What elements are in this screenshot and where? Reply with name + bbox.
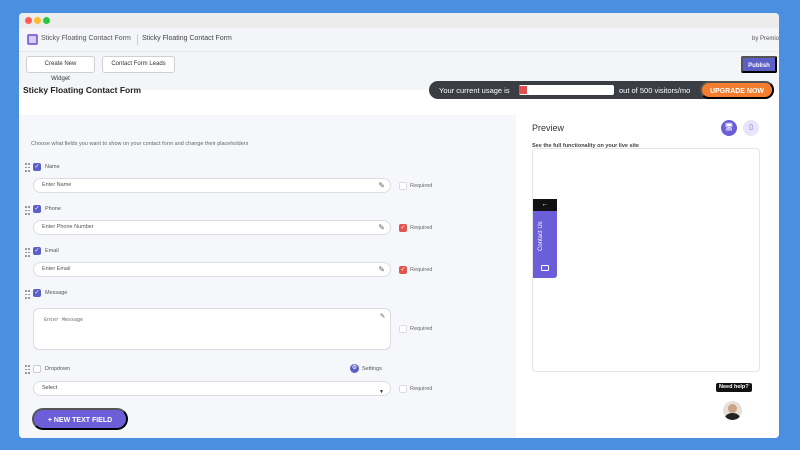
plugin-title: Sticky Floating Contact Form (41, 35, 131, 42)
message-placeholder-text: Enter Message (44, 317, 84, 323)
phone-field-label: Phone (45, 206, 61, 212)
upgrade-now-button[interactable]: UPGRADE NOW (700, 81, 774, 99)
usage-banner: Your current usage is out of 500 visitor… (429, 81, 774, 99)
gear-icon[interactable]: ⚙ (350, 364, 359, 373)
name-placeholder-input[interactable]: Enter Name ✎ (33, 178, 391, 193)
message-field-label: Message (45, 290, 68, 296)
email-enabled-checkbox[interactable]: ✓ (33, 247, 41, 255)
dropdown-select[interactable]: Select ▼ (33, 381, 391, 396)
email-placeholder-input[interactable]: Enter Email ✎ (33, 262, 391, 277)
name-placeholder-text: Enter Name (42, 182, 72, 188)
dropdown-required-label: Required (410, 386, 433, 392)
phone-required-label: Required (410, 225, 433, 231)
name-required-label: Required (410, 183, 433, 189)
drag-handle-icon[interactable] (25, 248, 30, 257)
drag-handle-icon[interactable] (25, 163, 30, 172)
plugin-logo-icon (27, 34, 38, 45)
phone-enabled-checkbox[interactable]: ✓ (33, 205, 41, 213)
chevron-down-icon: ▼ (379, 389, 384, 395)
name-field-label: Name (45, 164, 60, 170)
name-required-toggle[interactable] (399, 182, 407, 190)
usage-prefix: Your current usage is (439, 86, 510, 95)
by-premio-label: by Premio (751, 36, 779, 42)
close-icon[interactable]: × (747, 382, 751, 389)
publish-button[interactable]: Publish (741, 56, 777, 73)
usage-suffix: out of 500 visitors/mo (619, 86, 691, 95)
pencil-icon[interactable]: ✎ (378, 223, 385, 232)
phone-placeholder-text: Enter Phone Number (42, 224, 94, 230)
breadcrumb-current: Sticky Floating Contact Form (142, 35, 232, 42)
pencil-icon[interactable]: ✎ (378, 181, 385, 190)
breadcrumb-separator (137, 34, 138, 45)
contact-us-label: Contact Us (538, 221, 544, 251)
maximize-window-button[interactable] (43, 17, 50, 24)
email-required-checkbox[interactable]: ✓ (399, 266, 407, 274)
support-avatar[interactable] (723, 401, 742, 420)
preview-title: Preview (532, 123, 565, 133)
form-fields-panel: Choose what fields you want to show on y… (19, 115, 516, 438)
envelope-icon (541, 265, 549, 271)
contact-form-leads-button[interactable]: Contact Form Leads (102, 56, 175, 73)
window-titlebar (19, 13, 779, 28)
phone-required-checkbox[interactable]: ✓ (399, 224, 407, 232)
desktop-preview-icon[interactable]: 🖥 (721, 120, 737, 136)
fields-intro-text: Choose what fields you want to show on y… (31, 141, 249, 147)
pencil-icon[interactable]: ✎ (380, 312, 385, 321)
app-header: Sticky Floating Contact Form Sticky Floa… (19, 28, 779, 52)
browser-window: Sticky Floating Contact Form Sticky Floa… (19, 13, 779, 438)
message-required-label: Required (410, 326, 433, 332)
email-placeholder-text: Enter Email (42, 266, 71, 272)
drag-handle-icon[interactable] (25, 206, 30, 215)
email-required-label: Required (410, 267, 433, 273)
pencil-icon[interactable]: ✎ (378, 265, 385, 274)
drag-handle-icon[interactable] (25, 290, 30, 299)
create-widget-button[interactable]: Create New Widget (26, 56, 95, 82)
mobile-preview-icon[interactable]: ▯ (743, 120, 759, 136)
phone-placeholder-input[interactable]: Enter Phone Number ✎ (33, 220, 391, 235)
new-text-field-button[interactable]: + NEW TEXT FIELD (32, 408, 128, 430)
message-placeholder-textarea[interactable]: Enter Message ✎ (33, 308, 391, 350)
dropdown-enabled-checkbox[interactable] (33, 365, 41, 373)
dropdown-selected-value: Select (42, 385, 58, 391)
minimize-window-button[interactable] (34, 17, 41, 24)
usage-count-redacted (519, 85, 614, 95)
dropdown-field-label: Dropdown (45, 366, 71, 372)
arrow-left-icon[interactable]: ← (533, 199, 557, 211)
preview-frame: ← Contact Us (532, 148, 760, 372)
sticky-contact-tab[interactable]: ← Contact Us (533, 199, 557, 278)
dropdown-settings-link[interactable]: Settings (362, 366, 382, 372)
email-field-label: Email (45, 248, 59, 254)
widget-title: Sticky Floating Contact Form (23, 85, 142, 95)
close-window-button[interactable] (25, 17, 32, 24)
message-enabled-checkbox[interactable]: ✓ (33, 289, 41, 297)
dropdown-required-toggle[interactable] (399, 385, 407, 393)
message-required-toggle[interactable] (399, 325, 407, 333)
drag-handle-icon[interactable] (25, 365, 30, 374)
name-enabled-checkbox[interactable]: ✓ (33, 163, 41, 171)
